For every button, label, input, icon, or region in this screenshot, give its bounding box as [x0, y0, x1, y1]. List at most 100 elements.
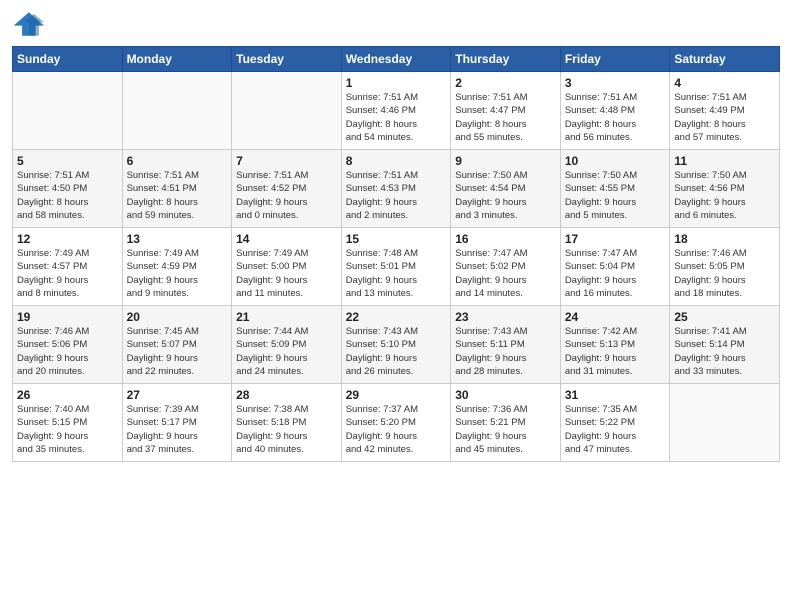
day-info: Sunrise: 7:51 AM Sunset: 4:52 PM Dayligh…	[236, 169, 337, 222]
week-row-5: 26Sunrise: 7:40 AM Sunset: 5:15 PM Dayli…	[13, 384, 780, 462]
day-info: Sunrise: 7:47 AM Sunset: 5:04 PM Dayligh…	[565, 247, 666, 300]
weekday-header-monday: Monday	[122, 47, 232, 72]
logo-icon	[12, 10, 44, 38]
day-info: Sunrise: 7:38 AM Sunset: 5:18 PM Dayligh…	[236, 403, 337, 456]
day-number: 12	[17, 232, 118, 246]
day-number: 30	[455, 388, 556, 402]
day-info: Sunrise: 7:42 AM Sunset: 5:13 PM Dayligh…	[565, 325, 666, 378]
day-number: 7	[236, 154, 337, 168]
day-info: Sunrise: 7:51 AM Sunset: 4:46 PM Dayligh…	[346, 91, 447, 144]
day-info: Sunrise: 7:44 AM Sunset: 5:09 PM Dayligh…	[236, 325, 337, 378]
week-row-4: 19Sunrise: 7:46 AM Sunset: 5:06 PM Dayli…	[13, 306, 780, 384]
calendar-cell: 23Sunrise: 7:43 AM Sunset: 5:11 PM Dayli…	[451, 306, 561, 384]
calendar-cell: 15Sunrise: 7:48 AM Sunset: 5:01 PM Dayli…	[341, 228, 451, 306]
day-number: 17	[565, 232, 666, 246]
day-number: 14	[236, 232, 337, 246]
day-number: 4	[674, 76, 775, 90]
calendar-cell: 6Sunrise: 7:51 AM Sunset: 4:51 PM Daylig…	[122, 150, 232, 228]
calendar-cell: 25Sunrise: 7:41 AM Sunset: 5:14 PM Dayli…	[670, 306, 780, 384]
calendar-cell: 27Sunrise: 7:39 AM Sunset: 5:17 PM Dayli…	[122, 384, 232, 462]
day-info: Sunrise: 7:48 AM Sunset: 5:01 PM Dayligh…	[346, 247, 447, 300]
day-number: 27	[127, 388, 228, 402]
day-number: 3	[565, 76, 666, 90]
calendar-cell: 30Sunrise: 7:36 AM Sunset: 5:21 PM Dayli…	[451, 384, 561, 462]
day-number: 20	[127, 310, 228, 324]
day-number: 6	[127, 154, 228, 168]
calendar-cell: 1Sunrise: 7:51 AM Sunset: 4:46 PM Daylig…	[341, 72, 451, 150]
day-info: Sunrise: 7:46 AM Sunset: 5:06 PM Dayligh…	[17, 325, 118, 378]
day-number: 21	[236, 310, 337, 324]
calendar-cell: 19Sunrise: 7:46 AM Sunset: 5:06 PM Dayli…	[13, 306, 123, 384]
day-number: 29	[346, 388, 447, 402]
weekday-header-saturday: Saturday	[670, 47, 780, 72]
day-info: Sunrise: 7:35 AM Sunset: 5:22 PM Dayligh…	[565, 403, 666, 456]
day-info: Sunrise: 7:51 AM Sunset: 4:50 PM Dayligh…	[17, 169, 118, 222]
day-number: 9	[455, 154, 556, 168]
calendar-cell: 12Sunrise: 7:49 AM Sunset: 4:57 PM Dayli…	[13, 228, 123, 306]
calendar-cell: 21Sunrise: 7:44 AM Sunset: 5:09 PM Dayli…	[232, 306, 342, 384]
calendar-cell: 29Sunrise: 7:37 AM Sunset: 5:20 PM Dayli…	[341, 384, 451, 462]
day-info: Sunrise: 7:51 AM Sunset: 4:53 PM Dayligh…	[346, 169, 447, 222]
weekday-header-thursday: Thursday	[451, 47, 561, 72]
day-number: 24	[565, 310, 666, 324]
calendar-cell: 3Sunrise: 7:51 AM Sunset: 4:48 PM Daylig…	[560, 72, 670, 150]
calendar-cell: 2Sunrise: 7:51 AM Sunset: 4:47 PM Daylig…	[451, 72, 561, 150]
day-info: Sunrise: 7:39 AM Sunset: 5:17 PM Dayligh…	[127, 403, 228, 456]
page-container: SundayMondayTuesdayWednesdayThursdayFrid…	[0, 0, 792, 468]
day-info: Sunrise: 7:51 AM Sunset: 4:48 PM Dayligh…	[565, 91, 666, 144]
calendar-cell	[122, 72, 232, 150]
calendar-cell: 28Sunrise: 7:38 AM Sunset: 5:18 PM Dayli…	[232, 384, 342, 462]
calendar-cell: 18Sunrise: 7:46 AM Sunset: 5:05 PM Dayli…	[670, 228, 780, 306]
calendar-cell: 26Sunrise: 7:40 AM Sunset: 5:15 PM Dayli…	[13, 384, 123, 462]
calendar-cell: 4Sunrise: 7:51 AM Sunset: 4:49 PM Daylig…	[670, 72, 780, 150]
day-info: Sunrise: 7:51 AM Sunset: 4:49 PM Dayligh…	[674, 91, 775, 144]
day-number: 2	[455, 76, 556, 90]
day-info: Sunrise: 7:49 AM Sunset: 5:00 PM Dayligh…	[236, 247, 337, 300]
day-info: Sunrise: 7:50 AM Sunset: 4:55 PM Dayligh…	[565, 169, 666, 222]
weekday-header-sunday: Sunday	[13, 47, 123, 72]
calendar-cell: 13Sunrise: 7:49 AM Sunset: 4:59 PM Dayli…	[122, 228, 232, 306]
calendar-table: SundayMondayTuesdayWednesdayThursdayFrid…	[12, 46, 780, 462]
day-info: Sunrise: 7:43 AM Sunset: 5:11 PM Dayligh…	[455, 325, 556, 378]
day-info: Sunrise: 7:36 AM Sunset: 5:21 PM Dayligh…	[455, 403, 556, 456]
week-row-3: 12Sunrise: 7:49 AM Sunset: 4:57 PM Dayli…	[13, 228, 780, 306]
day-info: Sunrise: 7:47 AM Sunset: 5:02 PM Dayligh…	[455, 247, 556, 300]
day-number: 26	[17, 388, 118, 402]
calendar-cell	[670, 384, 780, 462]
header	[12, 10, 780, 38]
day-number: 19	[17, 310, 118, 324]
calendar-cell: 11Sunrise: 7:50 AM Sunset: 4:56 PM Dayli…	[670, 150, 780, 228]
day-number: 5	[17, 154, 118, 168]
day-info: Sunrise: 7:46 AM Sunset: 5:05 PM Dayligh…	[674, 247, 775, 300]
calendar-cell: 31Sunrise: 7:35 AM Sunset: 5:22 PM Dayli…	[560, 384, 670, 462]
day-info: Sunrise: 7:51 AM Sunset: 4:51 PM Dayligh…	[127, 169, 228, 222]
day-number: 15	[346, 232, 447, 246]
weekday-header-tuesday: Tuesday	[232, 47, 342, 72]
calendar-cell: 17Sunrise: 7:47 AM Sunset: 5:04 PM Dayli…	[560, 228, 670, 306]
day-info: Sunrise: 7:49 AM Sunset: 4:57 PM Dayligh…	[17, 247, 118, 300]
day-info: Sunrise: 7:43 AM Sunset: 5:10 PM Dayligh…	[346, 325, 447, 378]
day-info: Sunrise: 7:50 AM Sunset: 4:54 PM Dayligh…	[455, 169, 556, 222]
day-number: 10	[565, 154, 666, 168]
day-number: 18	[674, 232, 775, 246]
weekday-header-friday: Friday	[560, 47, 670, 72]
calendar-cell: 9Sunrise: 7:50 AM Sunset: 4:54 PM Daylig…	[451, 150, 561, 228]
week-row-1: 1Sunrise: 7:51 AM Sunset: 4:46 PM Daylig…	[13, 72, 780, 150]
week-row-2: 5Sunrise: 7:51 AM Sunset: 4:50 PM Daylig…	[13, 150, 780, 228]
day-info: Sunrise: 7:51 AM Sunset: 4:47 PM Dayligh…	[455, 91, 556, 144]
day-number: 11	[674, 154, 775, 168]
day-info: Sunrise: 7:41 AM Sunset: 5:14 PM Dayligh…	[674, 325, 775, 378]
day-number: 13	[127, 232, 228, 246]
weekday-header-wednesday: Wednesday	[341, 47, 451, 72]
day-number: 22	[346, 310, 447, 324]
calendar-cell: 16Sunrise: 7:47 AM Sunset: 5:02 PM Dayli…	[451, 228, 561, 306]
day-info: Sunrise: 7:49 AM Sunset: 4:59 PM Dayligh…	[127, 247, 228, 300]
calendar-cell: 22Sunrise: 7:43 AM Sunset: 5:10 PM Dayli…	[341, 306, 451, 384]
day-number: 1	[346, 76, 447, 90]
calendar-cell	[13, 72, 123, 150]
calendar-cell: 10Sunrise: 7:50 AM Sunset: 4:55 PM Dayli…	[560, 150, 670, 228]
day-number: 8	[346, 154, 447, 168]
calendar-cell	[232, 72, 342, 150]
calendar-cell: 7Sunrise: 7:51 AM Sunset: 4:52 PM Daylig…	[232, 150, 342, 228]
day-number: 16	[455, 232, 556, 246]
